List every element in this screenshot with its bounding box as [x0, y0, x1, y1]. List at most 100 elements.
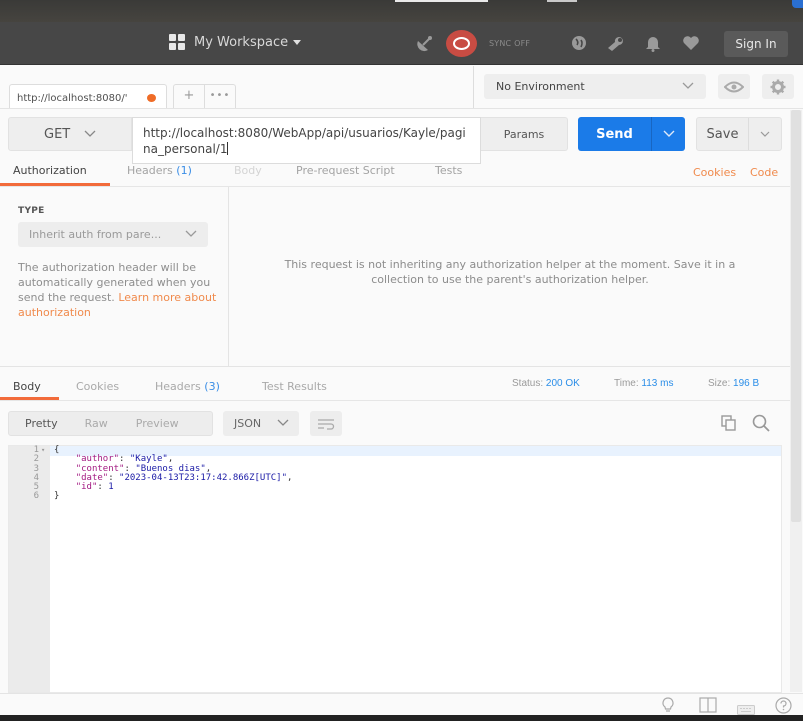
request-url-value: http://localhost:8080/WebApp/api/usuario…: [143, 126, 466, 156]
auth-type-label: TYPE: [18, 206, 45, 216]
satellite-dish-icon[interactable]: [414, 32, 436, 54]
view-mode-raw[interactable]: Raw: [85, 417, 108, 430]
response-language-select[interactable]: JSON: [223, 411, 299, 436]
tab-headers[interactable]: Headers (1): [127, 164, 192, 177]
os-bottom-strip: [0, 715, 803, 721]
send-button[interactable]: Send: [578, 117, 652, 151]
time-label: Time:: [614, 378, 639, 389]
json-punctuation: }: [54, 491, 60, 502]
tab-body[interactable]: Body: [234, 164, 262, 177]
request-tab[interactable]: http://localhost:8080/': [9, 84, 167, 109]
response-body-editor[interactable]: 1 ▾{2 "author": "Kayle", 3 "content": "Bue…: [8, 445, 782, 693]
divider: [0, 366, 790, 367]
tab-label: Tests: [435, 164, 463, 177]
json-number: 1: [108, 482, 114, 493]
response-status: Status: 200 OK: [512, 378, 580, 389]
gear-icon: [770, 79, 786, 94]
workspace-label: My Workspace: [194, 34, 289, 50]
text-cursor: [227, 142, 229, 155]
sign-in-button[interactable]: Sign In: [724, 31, 788, 57]
wrench-icon[interactable]: [605, 32, 627, 54]
code-text: "id": 1: [54, 483, 114, 492]
environment-quick-look-button[interactable]: [718, 74, 750, 99]
tab-label: Authorization: [13, 164, 87, 177]
send-button-group: Send: [578, 117, 685, 151]
sync-status-label: SYNC OFF: [489, 39, 531, 48]
environment-select[interactable]: No Environment: [484, 74, 706, 99]
tab-label: Test Results: [262, 380, 327, 393]
fold-toggle-icon[interactable]: ▾: [41, 446, 45, 455]
size-label: Size:: [708, 378, 731, 389]
tab-label: Body: [13, 380, 41, 393]
chevron-down-icon: [185, 228, 197, 241]
tab-authorization[interactable]: Authorization: [13, 164, 87, 177]
status-bar: [0, 693, 803, 715]
response-tab-cookies[interactable]: Cookies: [76, 380, 119, 393]
chevron-down-icon: [682, 80, 694, 93]
sync-status-icon[interactable]: [446, 30, 477, 57]
status-value: 200 OK: [545, 378, 580, 389]
view-mode-pretty[interactable]: Pretty: [25, 417, 58, 430]
response-size: Size: 196 B: [708, 378, 759, 389]
save-button-group: Save: [696, 117, 782, 151]
auth-inherit-message: This request is not inheriting any autho…: [284, 258, 736, 286]
wrap-lines-button[interactable]: [310, 411, 342, 436]
request-url-input[interactable]: http://localhost:8080/WebApp/api/usuario…: [132, 117, 481, 164]
tab-count-badge: (3): [204, 380, 220, 393]
caret-down-icon: [293, 39, 302, 45]
auth-description: The authorization header will be automat…: [18, 260, 218, 320]
send-options-dropdown[interactable]: [652, 117, 685, 151]
manage-environments-button[interactable]: [762, 74, 794, 99]
chevron-down-icon: [760, 131, 770, 137]
copy-icon[interactable]: [720, 414, 738, 436]
divider: [0, 108, 803, 109]
response-language-value: JSON: [234, 417, 262, 430]
search-icon[interactable]: [751, 413, 771, 437]
heart-icon[interactable]: [680, 32, 702, 54]
cookies-link[interactable]: Cookies: [693, 166, 736, 179]
response-tab-body[interactable]: Body: [13, 380, 41, 393]
tab-pre-request-script[interactable]: Pre-request Script: [296, 164, 395, 177]
params-button[interactable]: Params: [481, 117, 568, 151]
json-string: "2023-04-13T23:17:42.866Z[UTC]": [119, 472, 288, 483]
save-options-dropdown[interactable]: [749, 118, 781, 150]
auth-details-panel: This request is not inheriting any autho…: [230, 187, 790, 366]
bell-icon[interactable]: [642, 32, 664, 54]
tab-label: Headers: [155, 380, 201, 393]
request-tabs-bar: http://localhost:8080/' + ••• No Environ…: [0, 66, 803, 109]
tab-label: Headers: [127, 164, 173, 177]
time-value: 113 ms: [641, 378, 674, 389]
http-method-value: GET: [44, 126, 71, 142]
lightbulb-icon[interactable]: [661, 697, 675, 717]
json-punctuation: ,: [287, 472, 293, 483]
request-section-tabs: Authorization Headers (1) Body Pre-reque…: [0, 160, 790, 186]
json-punctuation: :: [97, 482, 109, 493]
scrollbar-thumb[interactable]: [791, 110, 801, 522]
response-tab-test-results[interactable]: Test Results: [262, 380, 327, 393]
line-number: 6: [33, 491, 39, 502]
two-pane-view-icon[interactable]: [699, 697, 717, 717]
globe-icon[interactable]: [568, 32, 590, 54]
save-button[interactable]: Save: [697, 118, 749, 150]
tab-label: Body: [234, 164, 262, 177]
eye-icon: [724, 81, 744, 92]
os-title-strip: [0, 0, 803, 22]
workspace-switcher[interactable]: My Workspace: [169, 34, 302, 50]
view-mode-preview[interactable]: Preview: [136, 417, 179, 430]
vertical-scrollbar[interactable]: [790, 110, 802, 692]
response-tab-headers[interactable]: Headers (3): [155, 380, 220, 393]
divider: [473, 66, 474, 109]
wrap-lines-icon: [318, 418, 335, 430]
more-tabs-button[interactable]: •••: [205, 84, 236, 109]
size-value: 196 B: [733, 378, 760, 389]
http-method-select[interactable]: GET: [8, 117, 132, 151]
code-link[interactable]: Code: [750, 166, 778, 179]
response-time: Time: 113 ms: [614, 378, 673, 389]
auth-type-value: Inherit auth from pare...: [29, 228, 162, 241]
auth-type-select[interactable]: Inherit auth from pare...: [18, 222, 208, 247]
request-tab-title: http://localhost:8080/': [17, 93, 128, 104]
new-tab-button[interactable]: +: [173, 84, 205, 109]
tab-tests[interactable]: Tests: [435, 164, 462, 177]
os-strip-element: [792, 0, 803, 8]
chevron-down-icon: [84, 127, 96, 142]
